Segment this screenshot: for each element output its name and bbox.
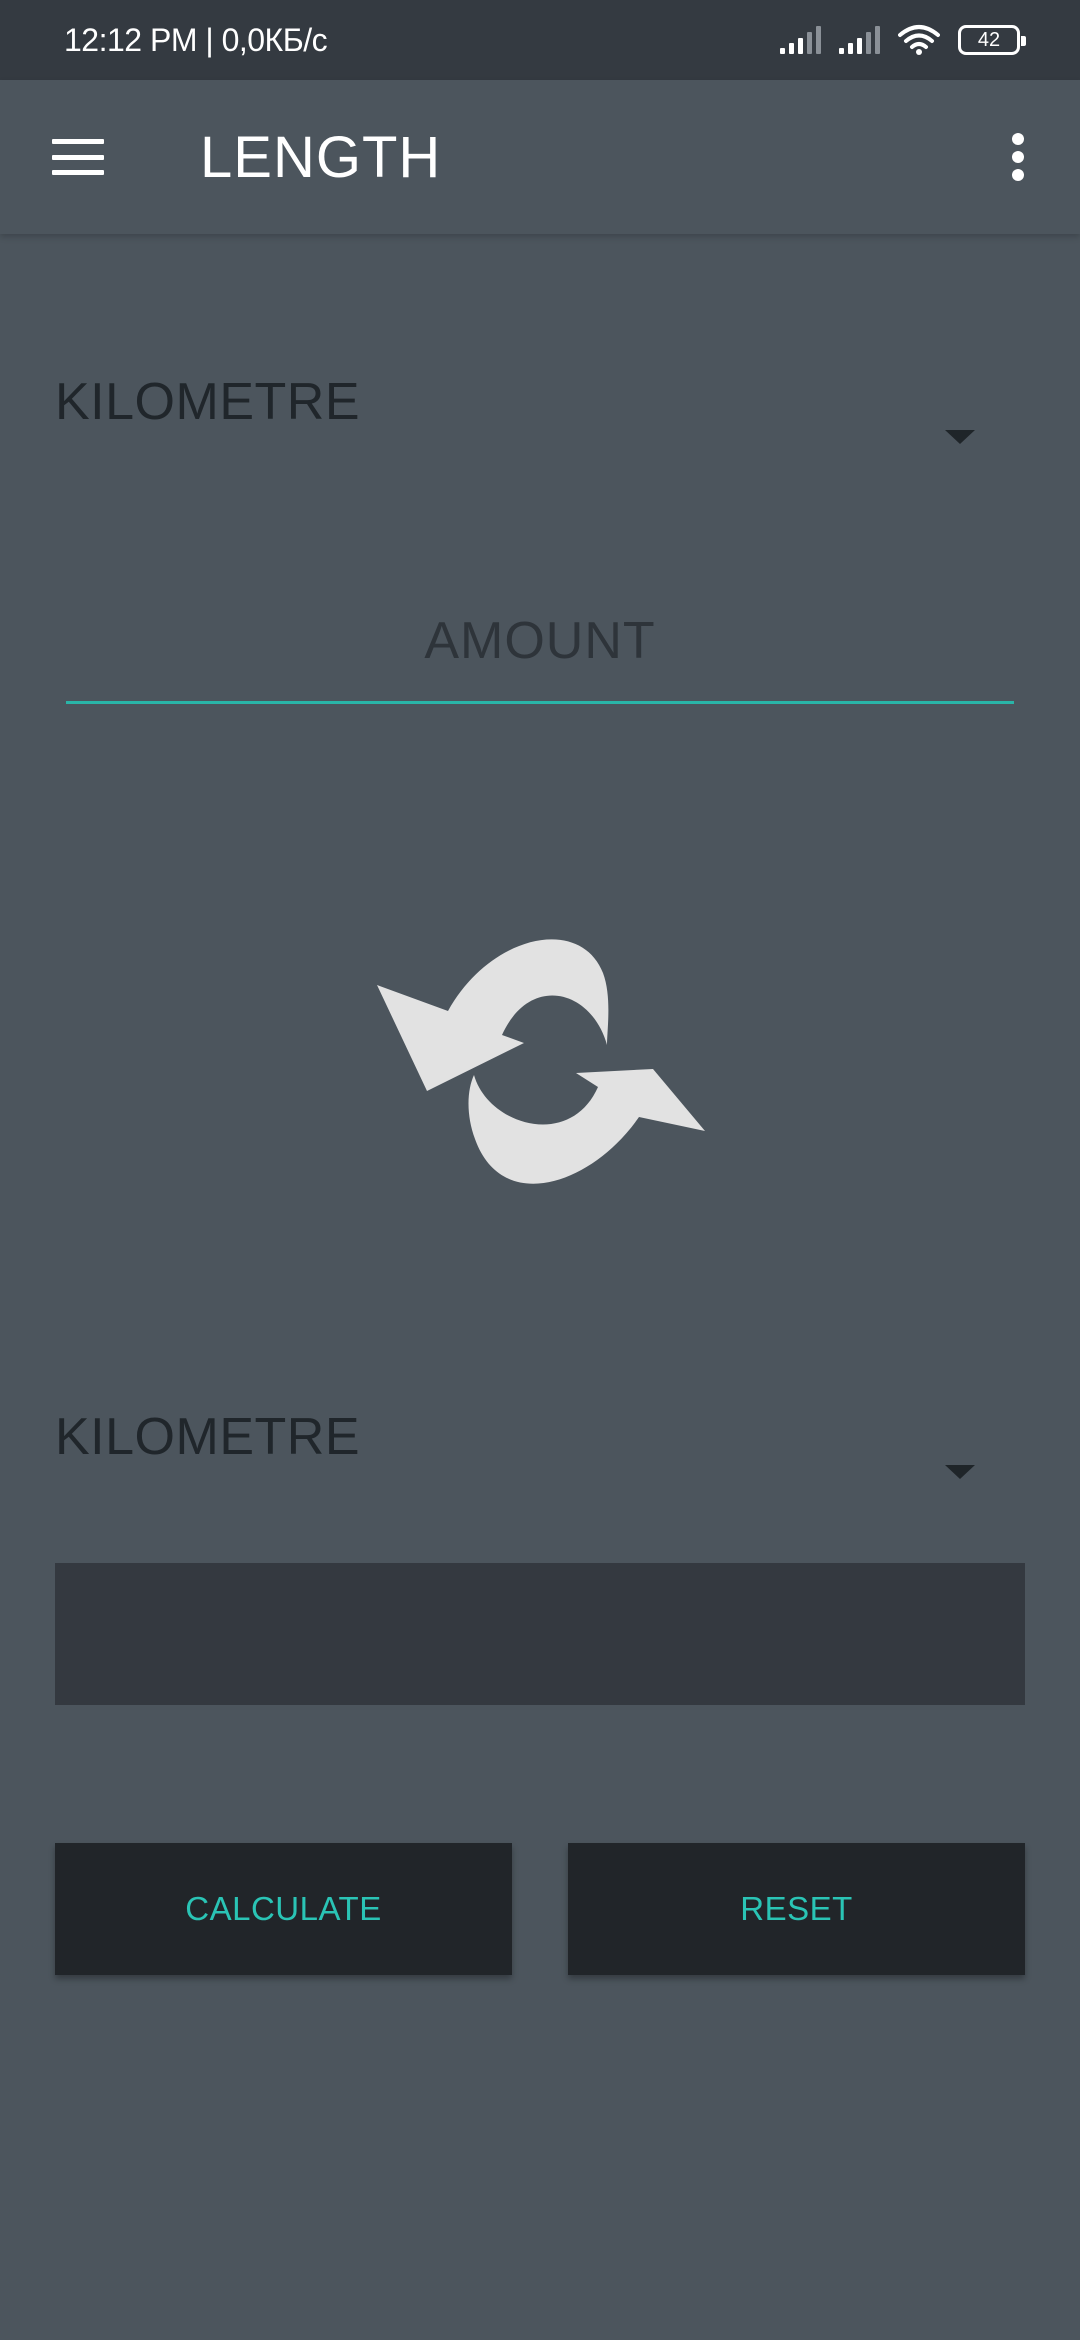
reset-button[interactable]: RESET <box>568 1843 1025 1975</box>
signal-2-icon <box>839 26 880 54</box>
result-output <box>55 1563 1025 1705</box>
to-unit-dropdown[interactable]: KILOMETRE <box>55 1407 1025 1527</box>
swap-units-icon[interactable] <box>370 915 710 1205</box>
page-title: LENGTH <box>200 124 442 190</box>
signal-icon <box>780 26 821 54</box>
amount-field <box>66 580 1014 708</box>
dropdown-arrow-icon <box>945 430 975 444</box>
from-unit-dropdown[interactable]: KILOMETRE <box>55 372 1025 492</box>
wifi-icon <box>898 25 940 55</box>
to-unit-label: KILOMETRE <box>55 1408 360 1466</box>
dropdown-arrow-icon <box>945 1465 975 1479</box>
app-bar: LENGTH <box>0 80 1080 234</box>
status-bar: 12:12 PM | 0,0КБ/с 42 <box>0 0 1080 80</box>
calculate-button[interactable]: CALCULATE <box>55 1843 512 1975</box>
more-options-icon[interactable] <box>1008 133 1028 181</box>
menu-icon[interactable] <box>52 139 104 175</box>
status-icons: 42 <box>780 24 1026 56</box>
battery-level: 42 <box>977 28 1001 51</box>
from-unit-label: KILOMETRE <box>55 373 360 431</box>
battery-icon: 42 <box>958 25 1026 55</box>
status-time: 12:12 PM | 0,0КБ/с <box>64 21 328 58</box>
amount-input[interactable] <box>66 580 1014 704</box>
